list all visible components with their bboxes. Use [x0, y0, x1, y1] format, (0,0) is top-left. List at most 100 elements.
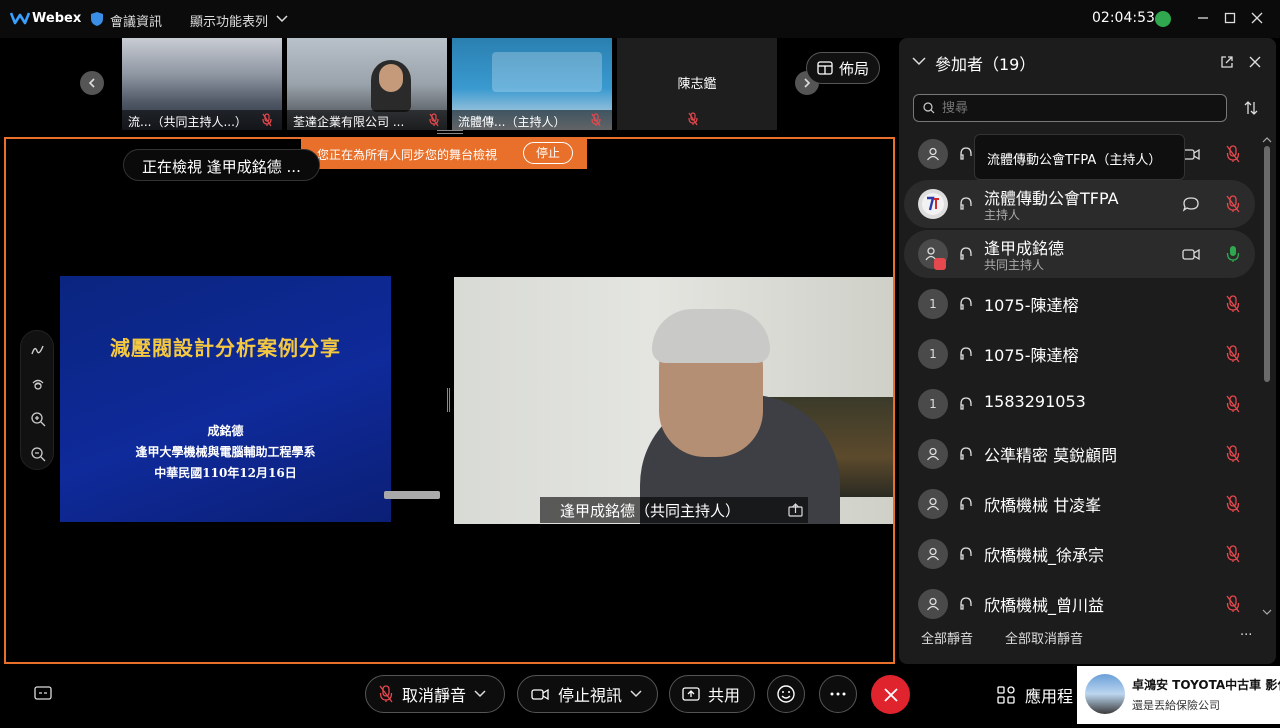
notification-popup[interactable]: 卓鴻安 TOYOTA中古車 影化 還是丟給保險公司 — [1077, 666, 1280, 724]
person-face — [379, 64, 403, 92]
stage-split-handle[interactable] — [447, 388, 450, 412]
headset-icon — [960, 497, 972, 510]
avatar — [918, 139, 948, 169]
webex-logo-icon — [10, 12, 30, 25]
mic-muted-icon — [591, 113, 601, 127]
mic-muted-icon[interactable] — [1226, 295, 1240, 313]
thumbnail-label: 流體傳...（主持人） — [452, 110, 612, 130]
participant-search[interactable] — [913, 94, 1227, 122]
mic-muted-icon[interactable] — [1226, 495, 1240, 513]
app-name: Webex — [32, 11, 82, 26]
person-icon — [926, 147, 940, 161]
close-panel-icon[interactable] — [1249, 56, 1261, 68]
zoom-in-icon[interactable] — [29, 410, 47, 428]
mic-muted-icon — [262, 113, 272, 127]
shield-icon[interactable] — [90, 11, 104, 27]
meeting-info-menu[interactable]: 會議資訊 — [110, 11, 162, 30]
more-options-button[interactable] — [819, 675, 857, 713]
participant-name: 欣橋機械_徐承宗 — [984, 546, 1105, 565]
headset-icon — [960, 397, 972, 410]
ad-thumbnail — [1085, 674, 1125, 714]
pointer-icon[interactable] — [29, 375, 47, 393]
participant-row[interactable]: 1 1075-陳達榕 — [904, 330, 1255, 378]
participant-row[interactable]: 流體傳動公會TFPA 主持人 — [904, 180, 1255, 228]
share-icon[interactable] — [788, 503, 803, 517]
participant-thumbnail[interactable]: 流體傳...（主持人） — [452, 38, 612, 130]
chevron-down-icon[interactable] — [912, 56, 926, 66]
sharing-badge-icon — [934, 258, 946, 270]
scroll-down-icon[interactable] — [1262, 608, 1272, 616]
scroll-up-icon[interactable] — [1262, 136, 1272, 144]
stop-sync-button[interactable]: 停止 — [523, 142, 573, 164]
person-icon — [926, 447, 940, 461]
mute-all-button[interactable]: 全部靜音 — [921, 628, 973, 647]
avatar — [918, 589, 948, 619]
person-icon — [926, 547, 940, 561]
active-speaker-video — [454, 277, 893, 524]
zoom-out-icon[interactable] — [29, 445, 47, 463]
leave-meeting-button[interactable] — [871, 675, 910, 714]
minimize-button[interactable] — [1190, 6, 1216, 30]
chat-icon[interactable] — [1182, 196, 1200, 212]
mic-muted-icon[interactable] — [1226, 545, 1240, 563]
search-input[interactable] — [942, 98, 1212, 118]
participant-row[interactable]: 1 1075-陳達榕 — [904, 280, 1255, 328]
mic-muted-icon[interactable] — [1226, 345, 1240, 363]
participants-scrollbar[interactable] — [1264, 146, 1270, 382]
close-window-button[interactable] — [1244, 6, 1270, 30]
unmute-button[interactable]: 取消靜音 — [365, 675, 505, 713]
panel-more-button[interactable]: ··· — [1240, 628, 1252, 643]
participant-thumbnail[interactable]: 荃達企業有限公司 ... — [287, 38, 447, 130]
maximize-button[interactable] — [1217, 6, 1243, 30]
participant-row[interactable]: 欣橋機械_曾川益 — [904, 580, 1255, 628]
mic-muted-icon[interactable] — [1226, 195, 1240, 213]
video-name-label: 逢甲成銘德（共同主持人） — [540, 497, 808, 523]
annotate-icon[interactable] — [29, 341, 47, 359]
participant-row[interactable]: 公準精密 莫銳顧問 — [904, 430, 1255, 478]
slide-date: 中華民國110年12月16日 — [154, 466, 297, 480]
mic-muted-icon[interactable] — [1226, 395, 1240, 413]
participant-row[interactable]: 1 1583291053 — [904, 380, 1255, 428]
avatar — [918, 539, 948, 569]
participant-thumbnail[interactable]: 流...（共同主持人...） — [122, 38, 282, 130]
strip-resize-handle[interactable] — [437, 130, 463, 134]
avatar — [918, 439, 948, 469]
participant-row[interactable]: 逢甲成銘德 共同主持人 — [904, 230, 1255, 278]
reactions-button[interactable] — [767, 675, 805, 713]
apps-icon — [997, 686, 1015, 704]
chevron-down-icon[interactable] — [474, 689, 486, 699]
participant-row[interactable]: 欣橋機械 甘凌峯 — [904, 480, 1255, 528]
apps-button[interactable]: 應用程 — [997, 683, 1073, 707]
stop-video-button[interactable]: 停止視訊 — [517, 675, 658, 713]
share-button[interactable]: 共用 — [669, 675, 755, 713]
tfpa-logo-icon — [922, 193, 944, 215]
chevron-down-icon[interactable] — [630, 689, 642, 699]
closed-captions-icon[interactable] — [34, 685, 52, 701]
avatar: 1 — [918, 339, 948, 369]
pop-out-icon[interactable] — [1220, 55, 1234, 69]
share-control-badge[interactable] — [384, 491, 440, 499]
slide-author: 成銘德 — [207, 424, 244, 438]
mic-muted-icon[interactable] — [1226, 445, 1240, 463]
close-icon — [1251, 12, 1263, 24]
network-health-icon[interactable] — [1155, 11, 1171, 27]
layout-icon — [817, 61, 833, 75]
chevron-down-icon[interactable] — [276, 14, 288, 24]
thumbnail-label: 流...（共同主持人...） — [122, 110, 282, 130]
video-icon — [531, 688, 549, 701]
mic-on-icon[interactable] — [1226, 245, 1240, 263]
unmute-all-button[interactable]: 全部取消靜音 — [1005, 628, 1083, 647]
participant-row[interactable]: 欣橋機械_徐承宗 — [904, 530, 1255, 578]
participant-thumbnail[interactable]: 陳志鑑 — [617, 38, 777, 130]
thumbnail-label: 荃達企業有限公司 ... — [287, 110, 447, 130]
emoji-icon — [777, 685, 795, 703]
mic-muted-icon[interactable] — [1226, 145, 1240, 163]
layout-button[interactable]: 佈局 — [806, 52, 880, 84]
sort-icon[interactable] — [1243, 100, 1259, 116]
show-menu-bar[interactable]: 顯示功能表列 — [190, 11, 268, 30]
thumbnails-prev-button[interactable] — [80, 71, 104, 95]
headset-icon — [960, 247, 972, 260]
mic-muted-icon[interactable] — [1226, 595, 1240, 613]
viewing-indicator[interactable]: 正在檢視 逢甲成銘德 ... — [123, 149, 320, 181]
close-icon — [883, 687, 898, 702]
